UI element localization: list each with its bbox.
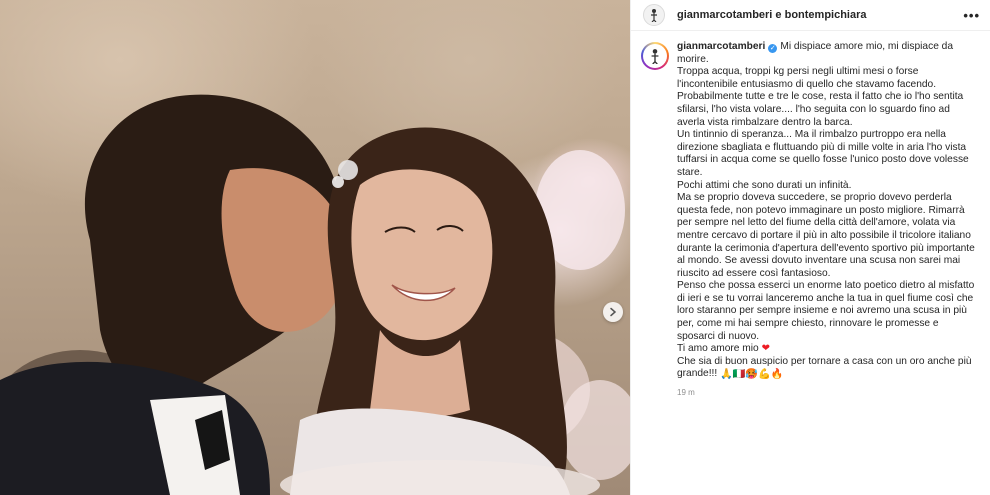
post-sidebar: gianmarcotamberi e bontempichiara ••• gi… xyxy=(630,0,990,495)
profile-figure-icon xyxy=(651,9,657,22)
heart-emoji-icon: ❤ xyxy=(761,343,771,355)
verified-badge-icon: ✓ xyxy=(768,44,778,53)
caption-line-3: Probabilmente tutte e tre le cose, resta… xyxy=(677,91,964,128)
post-header: gianmarcotamberi e bontempichiara ••• xyxy=(631,0,990,31)
caption-end-emojis: 🙏🇮🇹🥵💪🔥 xyxy=(720,369,784,381)
caption-username[interactable]: gianmarcotamberi xyxy=(677,41,765,52)
caption-line-8: Ti amo amore mio xyxy=(677,343,759,355)
header-usernames[interactable]: gianmarcotamberi e bontempichiara xyxy=(677,9,867,21)
post-timestamp[interactable]: 19 m xyxy=(677,388,978,397)
caption-line-2: Troppa acqua, troppi kg persi negli ulti… xyxy=(677,66,937,90)
caption-line-5: Pochi attimi che sono durati un infinità… xyxy=(677,179,852,191)
photo-illustration xyxy=(0,94,630,495)
caption-block: gianmarcotamberi ✓ Mi dispiace amore mio, … xyxy=(631,31,990,397)
header-avatar[interactable] xyxy=(643,4,665,26)
caption-line-7: Penso che possa esserci un enorme lato p… xyxy=(677,280,975,342)
profile-figure-icon xyxy=(651,49,659,64)
carousel-next-button[interactable] xyxy=(603,302,623,322)
carousel-next-icon xyxy=(610,307,617,317)
caption-line-6: Ma se proprio doveva succedere, se propr… xyxy=(677,192,975,279)
caption-line-4: Un tintinnio di speranza... Ma il rimbal… xyxy=(677,129,969,178)
more-options-icon[interactable]: ••• xyxy=(963,8,980,23)
caption-avatar[interactable] xyxy=(641,42,669,70)
post-photo xyxy=(0,0,630,495)
post-caption: gianmarcotamberi ✓ Mi dispiace amore mio, … xyxy=(677,41,978,382)
